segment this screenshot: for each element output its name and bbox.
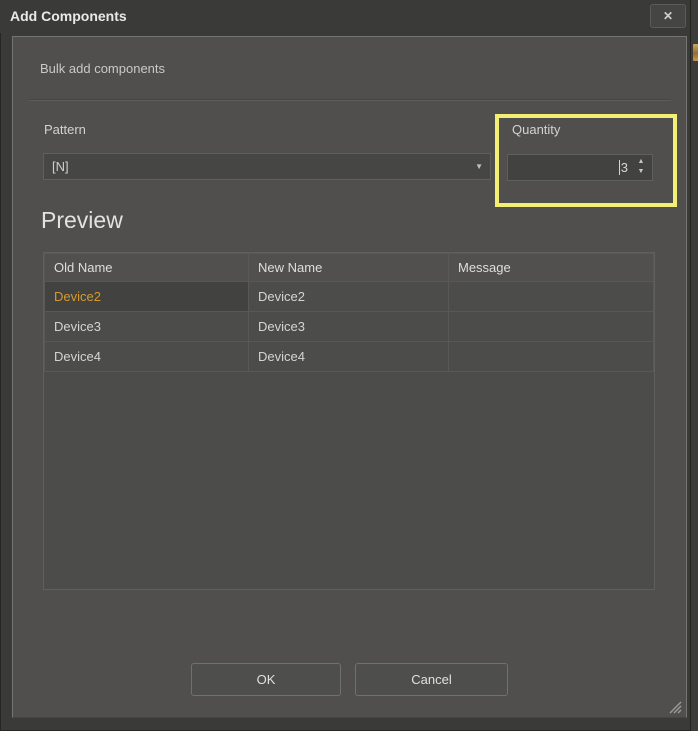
quantity-spin-arrows: ▲ ▼ xyxy=(634,158,648,175)
pattern-label: Pattern xyxy=(44,122,86,137)
cancel-button[interactable]: Cancel xyxy=(355,663,508,696)
quantity-stepper[interactable]: 3 ▲ ▼ xyxy=(507,154,653,181)
quantity-label: Quantity xyxy=(512,122,560,137)
table-row[interactable]: Device3 Device3 xyxy=(45,312,654,342)
pattern-dropdown-value: [N] xyxy=(52,154,69,179)
resize-grip-icon[interactable] xyxy=(665,697,682,714)
column-header-old-name[interactable]: Old Name xyxy=(45,254,249,282)
chevron-down-icon: ▼ xyxy=(475,162,483,171)
quantity-value-wrap: 3 xyxy=(619,155,628,180)
column-header-message[interactable]: Message xyxy=(449,254,654,282)
dialog-titlebar[interactable]: Add Components xyxy=(0,0,690,33)
spin-down-icon[interactable]: ▼ xyxy=(638,168,645,175)
background-app-sliver xyxy=(690,0,698,731)
text-caret xyxy=(619,160,620,175)
cell-old-name[interactable]: Device3 xyxy=(45,312,249,342)
dialog-description: Bulk add components xyxy=(40,61,165,76)
dialog-title: Add Components xyxy=(10,8,127,24)
spin-up-icon[interactable]: ▲ xyxy=(638,158,645,165)
cell-message[interactable] xyxy=(449,312,654,342)
cell-old-name[interactable]: Device4 xyxy=(45,342,249,372)
table-row[interactable]: Device4 Device4 xyxy=(45,342,654,372)
cell-message[interactable] xyxy=(449,342,654,372)
add-components-dialog: Add Components ✕ Bulk add components Pat… xyxy=(0,0,698,731)
close-button[interactable]: ✕ xyxy=(650,4,686,28)
cell-message[interactable] xyxy=(449,282,654,312)
column-header-new-name[interactable]: New Name xyxy=(249,254,449,282)
ok-button[interactable]: OK xyxy=(191,663,341,696)
cell-old-name[interactable]: Device2 xyxy=(45,282,249,312)
preview-table: Old Name New Name Message Device2 Device… xyxy=(43,252,655,590)
section-divider xyxy=(29,99,671,101)
close-icon: ✕ xyxy=(663,9,673,23)
dialog-body-panel: Bulk add components Pattern [N] ▼ Quanti… xyxy=(12,36,687,718)
cell-new-name[interactable]: Device2 xyxy=(249,282,449,312)
cell-new-name[interactable]: Device4 xyxy=(249,342,449,372)
table-row[interactable]: Device2 Device2 xyxy=(45,282,654,312)
quantity-value: 3 xyxy=(621,160,628,175)
preview-heading: Preview xyxy=(41,207,123,234)
background-icon-fragment xyxy=(693,44,698,61)
table-header-row: Old Name New Name Message xyxy=(45,254,654,282)
pattern-dropdown[interactable]: [N] ▼ xyxy=(43,153,491,180)
cell-new-name[interactable]: Device3 xyxy=(249,312,449,342)
